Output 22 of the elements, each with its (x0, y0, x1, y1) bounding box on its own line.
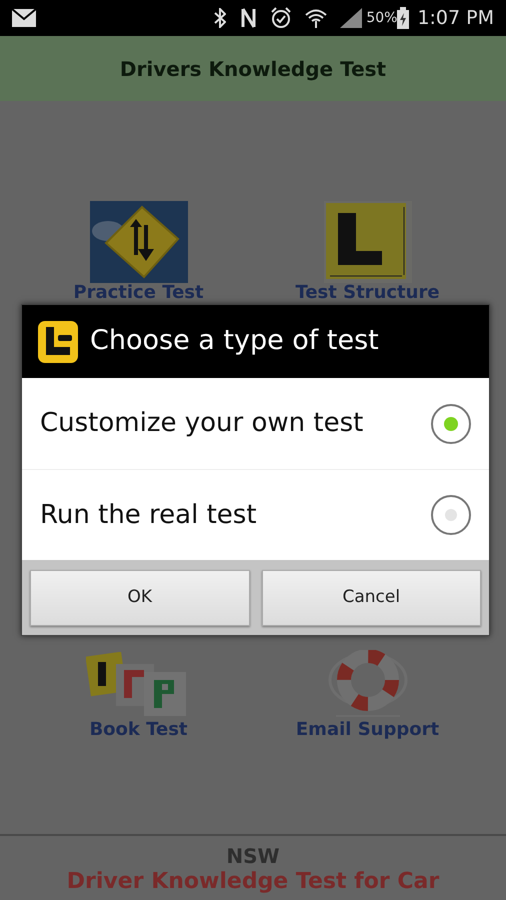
mail-icon (12, 9, 36, 27)
alarm-icon (270, 7, 292, 29)
dialog-button[interactable]: Cancel (262, 570, 481, 626)
bluetooth-icon (214, 8, 226, 28)
option-label: Run the real test (40, 498, 258, 532)
app-logo-icon (38, 320, 78, 362)
dialog-title: Choose a type of test (90, 324, 379, 358)
l-plate-icon (324, 201, 412, 283)
footer-subtitle: Driver Knowledge Test for Car (66, 868, 440, 896)
option-row[interactable]: Customize your own test (22, 378, 489, 469)
dialog-button[interactable]: OK (30, 570, 250, 626)
battery-charging-icon (397, 7, 410, 29)
wifi-icon (304, 7, 328, 29)
header-title: Drivers Knowledge Test (120, 56, 386, 82)
lifebuoy-icon (326, 650, 410, 720)
clock-time: 1:07 PM (417, 6, 494, 31)
radio-button[interactable] (431, 404, 471, 444)
signal-icon (340, 8, 362, 28)
option-label: Customize your own test (40, 407, 364, 440)
road-sign-icon (90, 201, 188, 283)
radio-button[interactable] (431, 495, 471, 535)
battery-percent: 50% (366, 8, 398, 28)
